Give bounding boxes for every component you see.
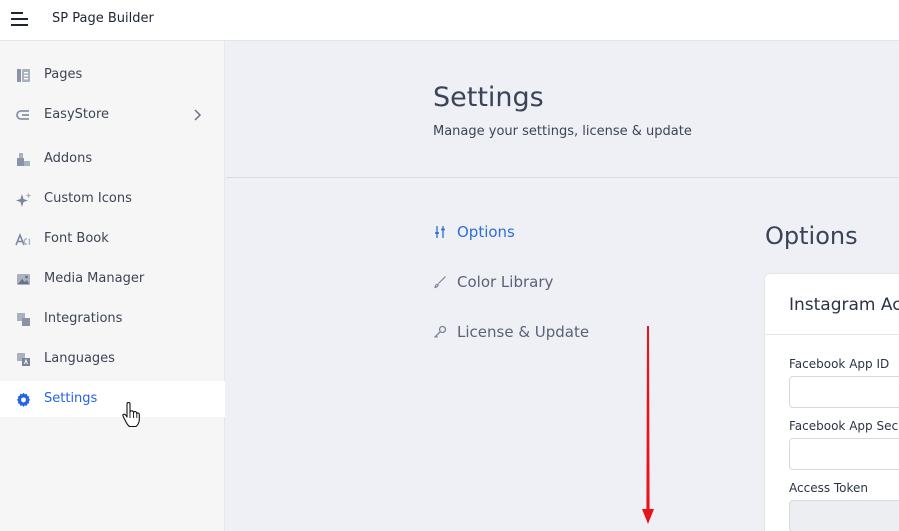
facebook-app-id-input[interactable] xyxy=(789,376,899,408)
brush-icon xyxy=(433,275,447,289)
chevron-right-icon[interactable] xyxy=(191,108,203,122)
facebook-app-secret-label: Facebook App Secret xyxy=(789,419,899,433)
sidebar-item-integrations[interactable]: Integrations xyxy=(0,301,225,337)
integrations-icon xyxy=(15,311,32,328)
sidebar-item-custom-icons[interactable]: Custom Icons xyxy=(0,181,225,217)
sidebar-item-settings[interactable]: Settings xyxy=(0,381,225,417)
annotation-arrow-icon xyxy=(642,326,654,524)
image-icon xyxy=(15,271,32,288)
sidebar-item-label: Font Book xyxy=(44,231,109,246)
settings-nav-color-library[interactable]: Color Library xyxy=(433,270,553,294)
sidebar-item-label: Settings xyxy=(44,391,98,406)
settings-nav-license-update[interactable]: License & Update xyxy=(433,320,589,344)
sparkle-icon xyxy=(15,191,32,208)
easystore-icon xyxy=(15,107,32,124)
settings-nav-label: License & Update xyxy=(457,323,590,341)
sidebar-item-languages[interactable]: Languages xyxy=(0,341,225,377)
sidebar-item-pages[interactable]: Pages xyxy=(0,57,225,93)
pages-icon xyxy=(15,67,32,84)
languages-icon xyxy=(15,351,32,368)
sidebar-item-label: Integrations xyxy=(44,311,123,326)
access-token-input[interactable] xyxy=(789,500,899,531)
sidebar-item-label: EasyStore xyxy=(44,107,110,122)
sliders-icon xyxy=(433,225,447,239)
card-header: Instagram Acco xyxy=(765,274,899,335)
hand-cursor-icon xyxy=(122,402,140,428)
sidebar-item-label: Pages xyxy=(44,67,83,82)
sidebar-item-label: Addons xyxy=(44,151,93,166)
settings-nav-options[interactable]: Options xyxy=(433,220,515,244)
instagram-settings-card: Instagram Acco Facebook App ID Facebook … xyxy=(764,273,899,531)
key-icon xyxy=(433,325,447,339)
facebook-app-secret-input[interactable] xyxy=(789,438,899,470)
sidebar-item-media-manager[interactable]: Media Manager xyxy=(0,261,225,297)
access-token-label: Access Token xyxy=(789,481,869,495)
settings-nav-label: Color Library xyxy=(457,273,554,291)
sidebar-item-font-book[interactable]: Font Book xyxy=(0,221,225,257)
sidebar-item-addons[interactable]: Addons xyxy=(0,141,225,177)
page-subtitle: Manage your settings, license & update xyxy=(433,124,692,139)
header-divider xyxy=(226,177,899,178)
font-icon xyxy=(15,231,32,248)
facebook-app-id-label: Facebook App ID xyxy=(789,357,890,371)
hamburger-menu-icon[interactable] xyxy=(11,11,29,27)
sidebar: Pages EasyStore Addons Custom Icons Font… xyxy=(0,41,225,531)
sidebar-item-label: Media Manager xyxy=(44,271,145,286)
card-title: Instagram Acco xyxy=(789,295,899,315)
page-title: Settings xyxy=(433,82,544,113)
main-content: Settings Manage your settings, license &… xyxy=(226,42,899,531)
app-title: SP Page Builder xyxy=(52,11,154,26)
addons-icon xyxy=(15,151,32,168)
sidebar-item-label: Languages xyxy=(44,351,115,366)
sidebar-item-label: Custom Icons xyxy=(44,191,132,206)
sidebar-item-easystore[interactable]: EasyStore xyxy=(0,97,225,133)
settings-nav-label: Options xyxy=(457,223,515,241)
gear-icon xyxy=(15,391,32,408)
top-bar: SP Page Builder xyxy=(0,0,899,41)
section-title: Options xyxy=(765,222,858,250)
